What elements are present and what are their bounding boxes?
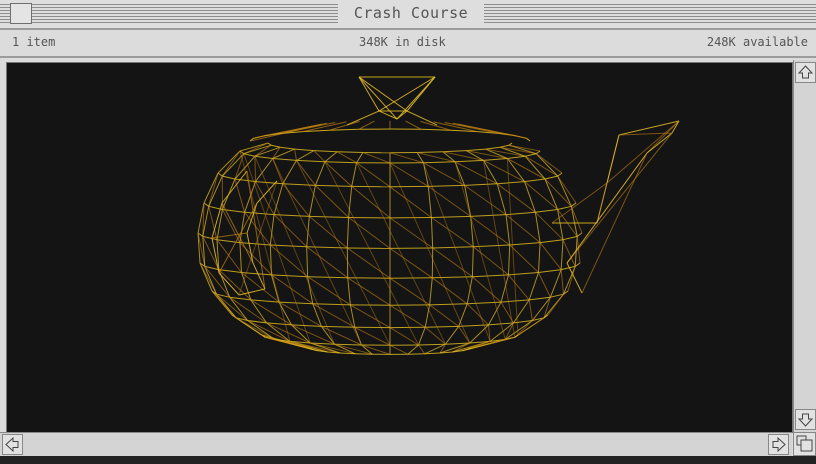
arrow-down-icon[interactable] <box>795 409 816 430</box>
title-stripes-right <box>484 4 816 24</box>
disk-usage: 348K in disk <box>359 35 446 49</box>
info-bar: 1 item 348K in disk 248K available <box>0 28 816 58</box>
item-count: 1 item <box>12 35 56 49</box>
horizontal-scrollbar[interactable] <box>0 432 792 457</box>
grow-box-icon[interactable] <box>793 432 816 456</box>
window-content <box>6 62 793 433</box>
window-title: Crash Course <box>353 4 469 22</box>
available-space: 248K available <box>706 35 808 49</box>
arrow-left-icon[interactable] <box>2 434 23 455</box>
finder-window: Crash Course 1 item 348K in disk 248K av… <box>0 0 816 464</box>
title-bar[interactable]: Crash Course <box>0 0 816 28</box>
teapot-wireframe-icon <box>197 76 680 355</box>
bottom-edge <box>0 456 816 464</box>
arrow-right-icon[interactable] <box>768 434 789 455</box>
close-box-icon[interactable] <box>10 3 32 24</box>
vertical-scrollbar[interactable] <box>793 60 816 432</box>
arrow-up-icon[interactable] <box>795 62 816 83</box>
title-stripes-left <box>0 4 338 24</box>
